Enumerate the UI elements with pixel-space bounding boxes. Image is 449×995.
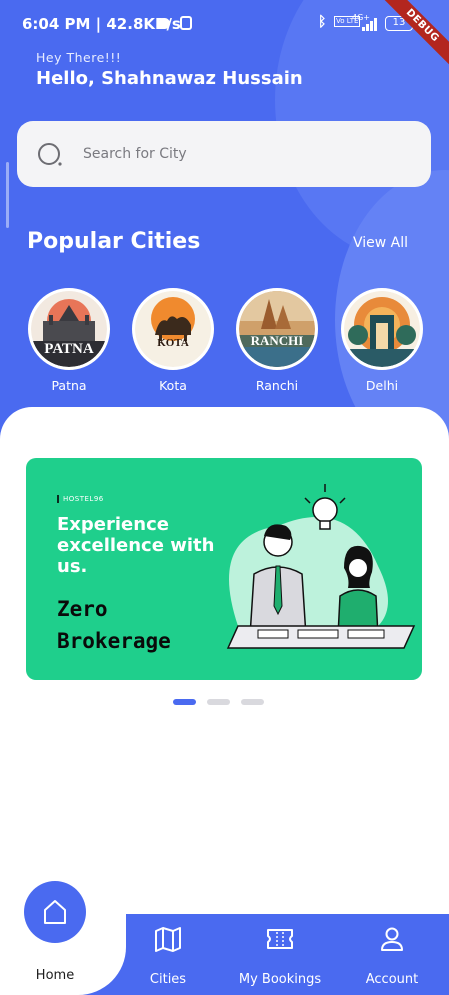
carousel-dot[interactable] (241, 699, 264, 705)
city-item-ranchi[interactable]: RANCHI Ranchi (235, 288, 319, 393)
kota-artwork (135, 291, 211, 367)
search-input[interactable] (83, 143, 403, 165)
ranchi-city-icon: RANCHI (236, 288, 318, 370)
home-icon (44, 900, 66, 924)
patna-city-icon: PATNA (28, 288, 110, 370)
city-name: Delhi (365, 378, 399, 393)
city-item-delhi[interactable]: Delhi (340, 288, 424, 393)
patna-art-text: PATNA (44, 341, 94, 357)
signal-icon (362, 17, 382, 31)
banner-headline: Experience excellence with us. (57, 514, 215, 577)
bluetooth-icon: ᛒ (318, 14, 327, 30)
app-notification-icon (180, 16, 192, 30)
city-item-patna[interactable]: PATNA Patna (27, 288, 111, 393)
user-icon (381, 927, 403, 951)
map-icon (155, 927, 181, 952)
popular-cities-title: Popular Cities (27, 229, 201, 254)
nav-item-my-bookings[interactable]: My Bookings (225, 924, 335, 987)
nav-label-my-bookings: My Bookings (238, 972, 322, 987)
city-item-kota[interactable]: KOTA Kota (131, 288, 215, 393)
people-lightbulb-illustration (226, 484, 416, 649)
city-name: Kota (159, 378, 187, 393)
ranchi-art-text: RANCHI (250, 333, 304, 348)
nav-item-cities[interactable]: Cities (113, 924, 223, 987)
carousel-dot-active[interactable] (173, 699, 196, 705)
status-bar: 6:04 PM | 42.8KB/s ᛒ Vo LTE 4G+ 13 DEBUG (0, 0, 449, 71)
nav-label-cities: Cities (149, 972, 187, 987)
scroll-indicator (6, 162, 9, 228)
greeting-text: Hey There!!! (36, 50, 122, 65)
carousel-dot[interactable] (207, 699, 230, 705)
carousel-indicator (173, 699, 273, 705)
view-all-link[interactable]: View All (353, 235, 408, 251)
city-name: Ranchi (255, 378, 299, 393)
delhi-artwork (344, 291, 420, 367)
kota-city-icon: KOTA (132, 288, 214, 370)
ticket-icon (267, 929, 293, 949)
banner-cta-text: Zero Brokerage (57, 597, 171, 653)
home-button[interactable] (24, 881, 86, 943)
nav-label-account: Account (365, 972, 419, 987)
search-icon (38, 143, 62, 166)
banner-brand: HOSTEL96 (57, 495, 104, 503)
kota-art-text: KOTA (157, 337, 189, 349)
delhi-city-icon (341, 288, 423, 370)
ranchi-artwork (239, 291, 315, 367)
city-name: Patna (51, 378, 87, 393)
user-greeting-name: Hello, Shahnawaz Hussain (36, 68, 303, 89)
search-bar[interactable] (17, 121, 431, 187)
nav-item-account[interactable]: Account (337, 924, 447, 987)
nav-label-home[interactable]: Home (0, 968, 110, 983)
promo-banner[interactable]: HOSTEL96 Experience excellence with us. … (26, 458, 422, 680)
chat-notification-icon (158, 18, 170, 29)
